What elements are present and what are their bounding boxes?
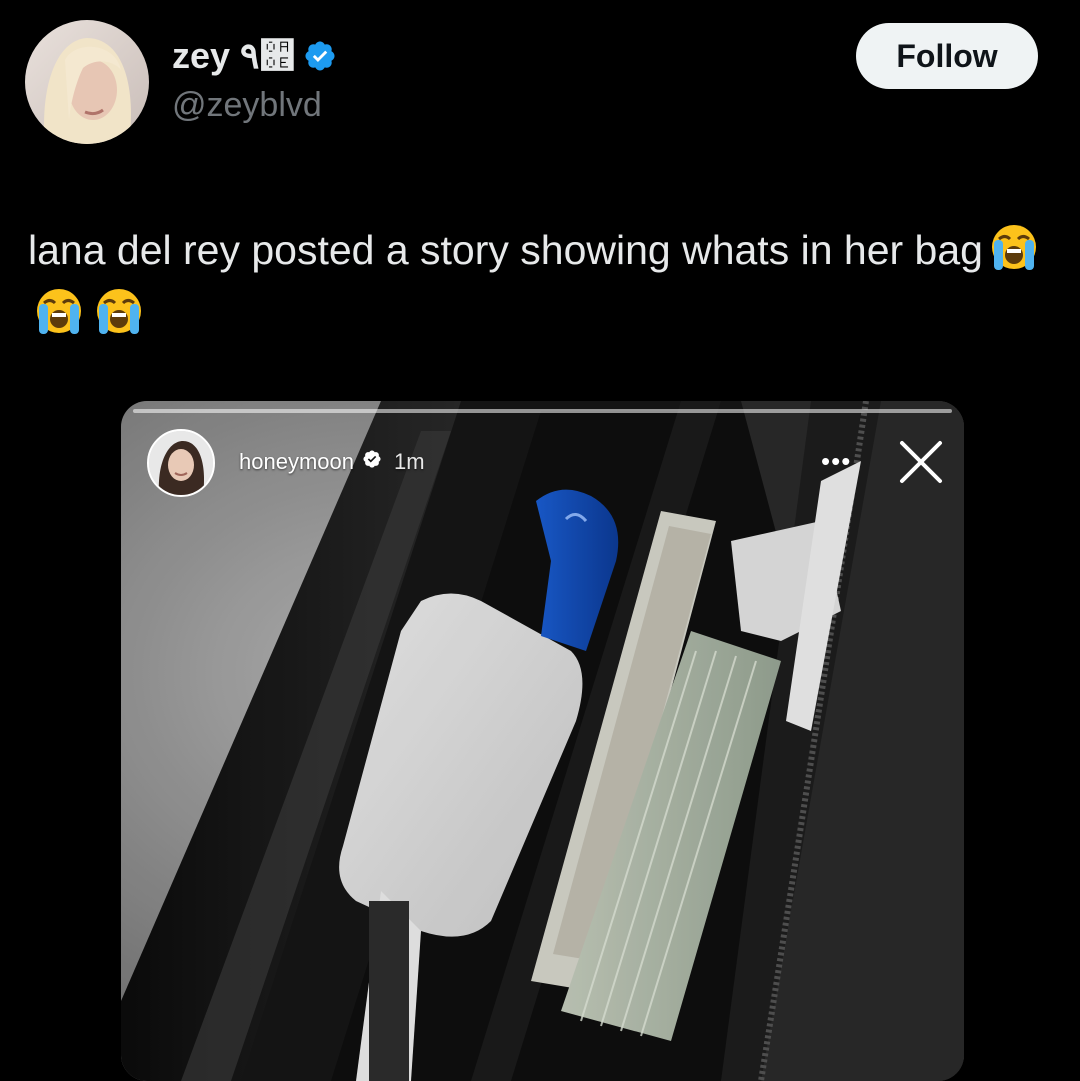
story-user-row[interactable]: honeymoon 1m	[239, 449, 425, 475]
story-username[interactable]: honeymoon	[239, 449, 354, 475]
close-icon[interactable]	[896, 437, 948, 489]
verified-badge-icon	[303, 39, 337, 73]
loudly-crying-face-icon	[30, 286, 88, 350]
loudly-crying-face-icon	[90, 286, 148, 350]
display-name-row[interactable]: zey ٩਎	[172, 35, 337, 77]
story-media-card[interactable]: honeymoon 1m •••	[121, 401, 964, 1081]
tweet-body: lana del rey posted a story showing what…	[28, 227, 983, 273]
story-avatar[interactable]	[147, 429, 215, 497]
tweet-text: lana del rey posted a story showing what…	[28, 222, 1058, 350]
more-horizontal-icon[interactable]: •••	[821, 448, 851, 474]
story-photo	[121, 401, 964, 1081]
story-progress-bar	[133, 409, 952, 413]
story-verified-icon	[362, 449, 382, 475]
loudly-crying-face-icon	[985, 222, 1043, 286]
follow-button[interactable]: Follow	[856, 23, 1038, 89]
user-handle[interactable]: @zeyblvd	[172, 86, 322, 125]
display-name[interactable]: zey ٩਎	[172, 35, 295, 77]
story-timestamp: 1m	[393, 449, 425, 474]
profile-avatar[interactable]	[25, 20, 149, 144]
